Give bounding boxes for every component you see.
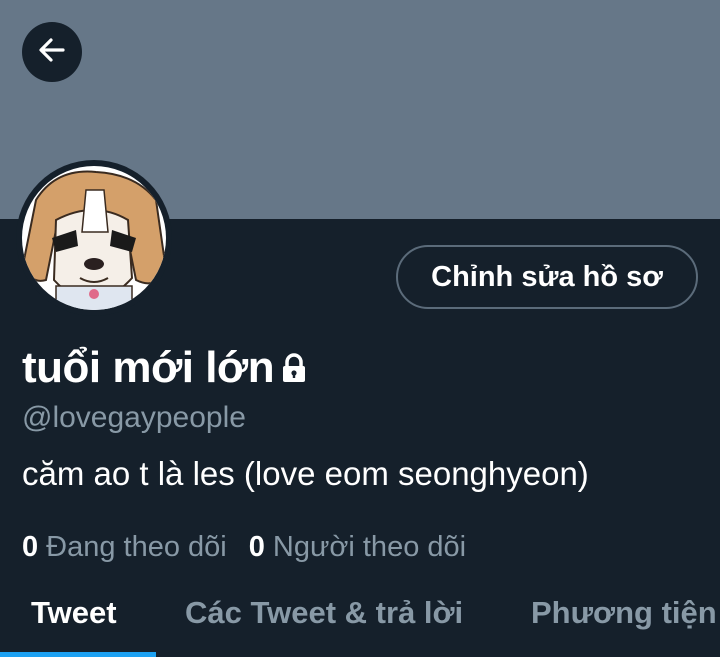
arrow-left-icon [37, 35, 67, 70]
following-count: 0 [22, 531, 39, 563]
lock-icon [280, 352, 308, 388]
tab-tweets[interactable]: Tweet [31, 585, 117, 641]
profile-bio: căm ao t là les (love eom seonghyeon) [22, 455, 589, 492]
tab-media[interactable]: Phương tiện [531, 585, 717, 641]
profile-tabs: Tweet Các Tweet & trả lời Phương tiện [0, 585, 720, 657]
following-link[interactable]: 0 Đang theo dõi [22, 527, 227, 567]
edit-profile-button[interactable]: Chỉnh sửa hồ sơ [396, 245, 698, 309]
followers-link[interactable]: 0 Người theo dõi [249, 527, 466, 567]
display-name: tuổi mới lớn [22, 343, 275, 392]
followers-label: Người theo dõi [272, 531, 467, 563]
profile-name-row: tuổi mới lớn [22, 340, 308, 396]
followers-count: 0 [248, 531, 265, 563]
active-tab-indicator [0, 652, 156, 657]
back-button[interactable] [22, 22, 82, 82]
cartoon-dog-avatar [22, 166, 166, 310]
profile-handle: @lovegaypeople [22, 401, 246, 434]
tab-tweets-and-replies[interactable]: Các Tweet & trả lời [185, 585, 463, 641]
avatar[interactable] [16, 160, 172, 316]
following-label: Đang theo dõi [46, 531, 227, 563]
follow-stats: 0 Đang theo dõi 0 Người theo dõi [22, 527, 466, 567]
